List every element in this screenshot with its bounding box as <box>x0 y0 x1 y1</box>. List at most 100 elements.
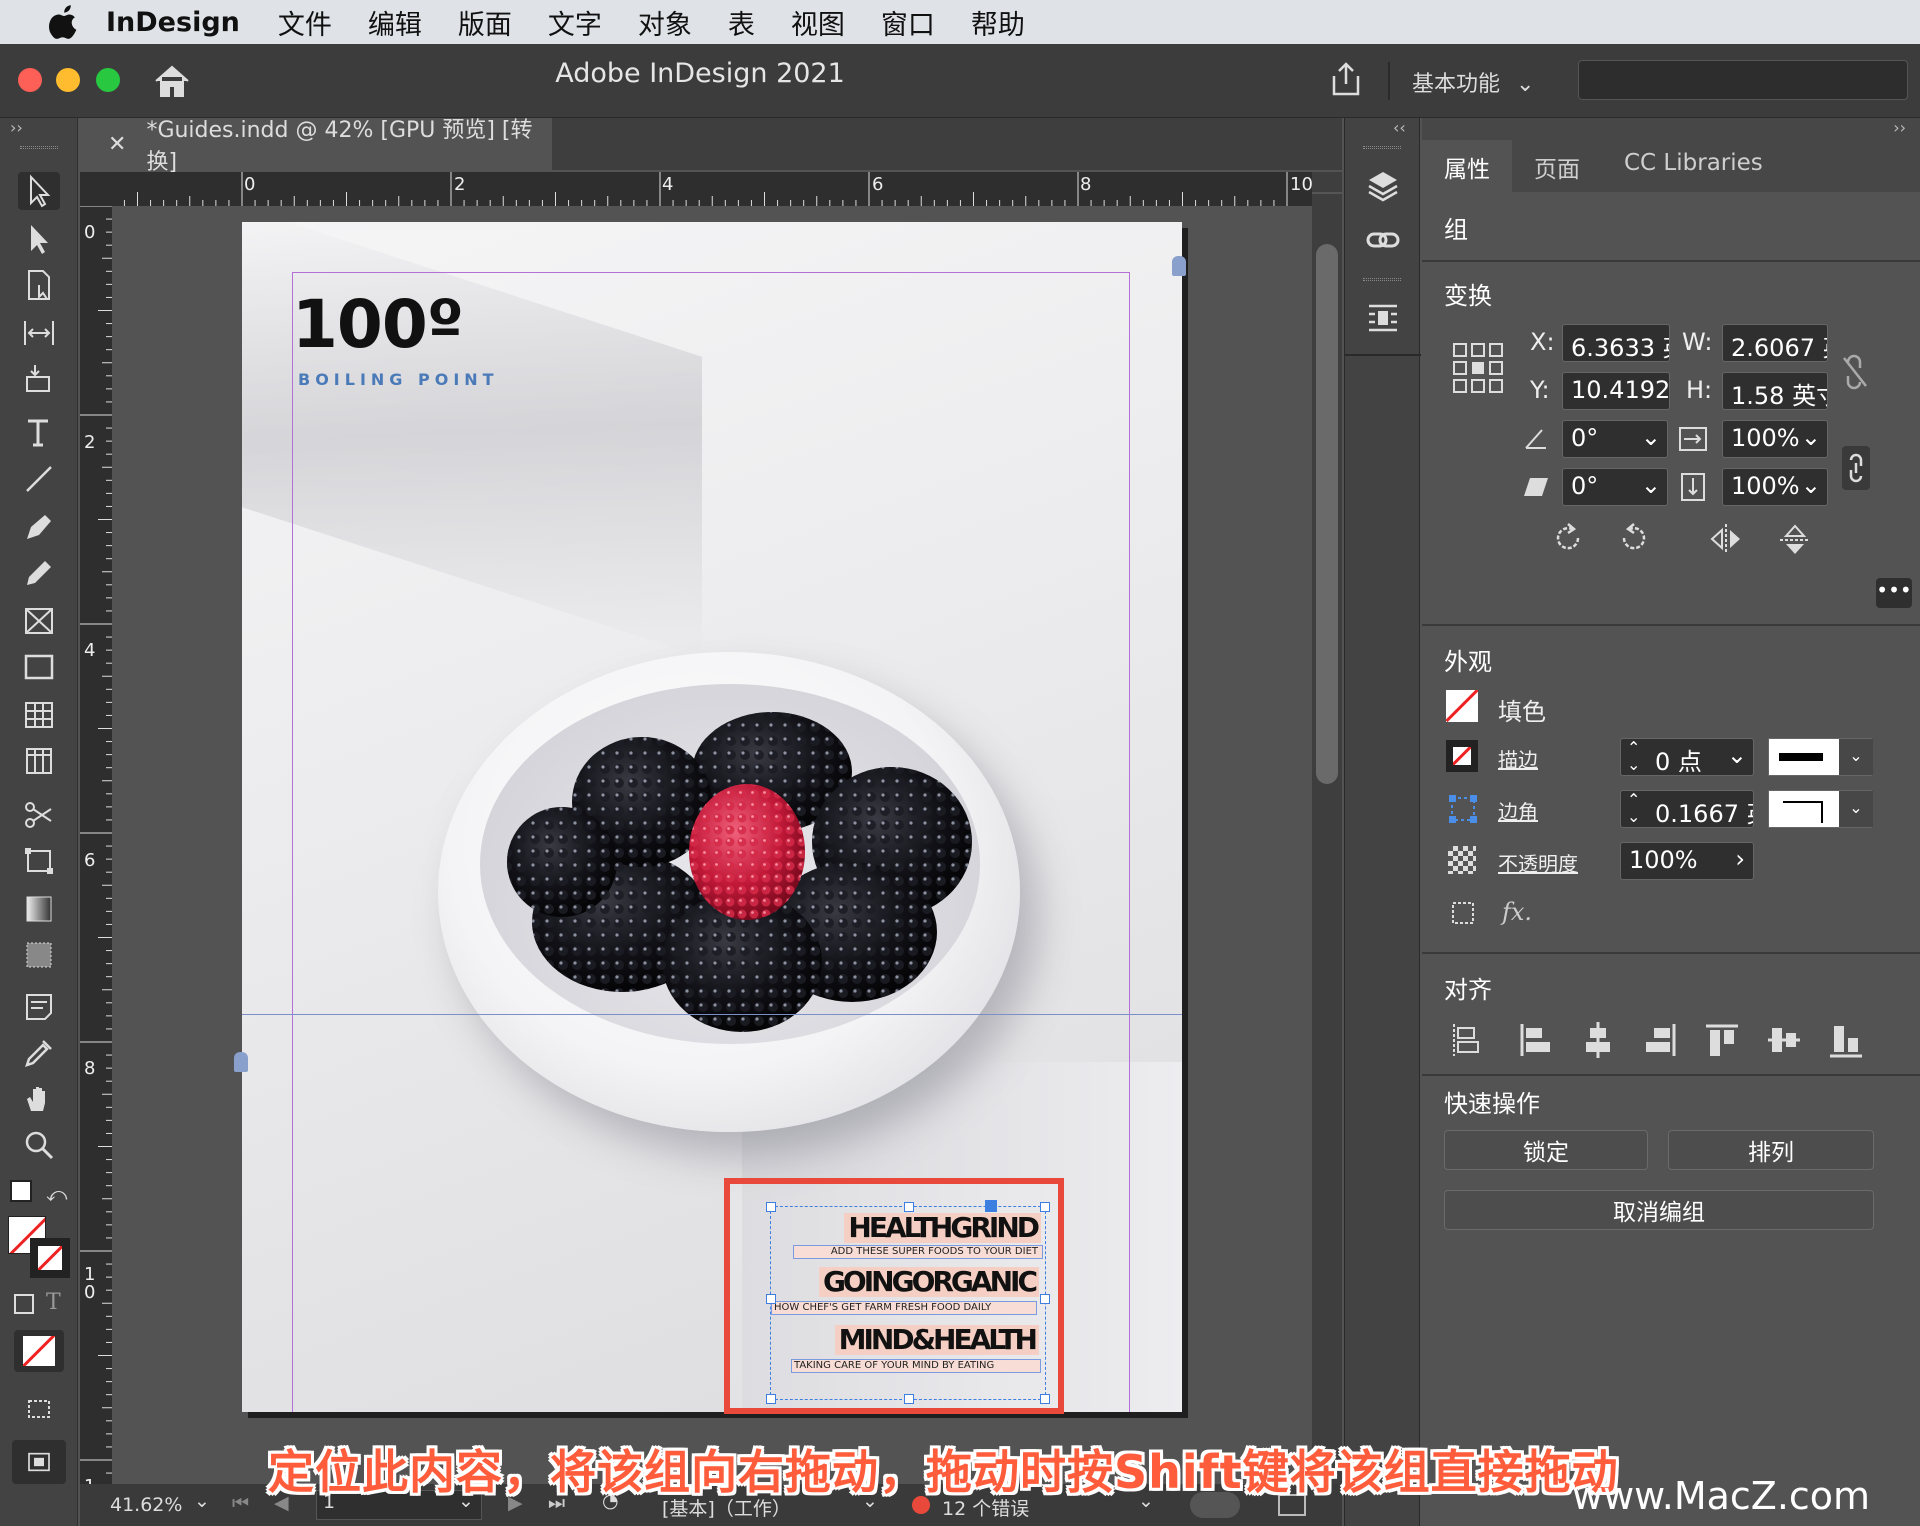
rectangle-frame-tool-icon[interactable] <box>18 602 60 640</box>
link-scale-icon[interactable] <box>1842 446 1870 490</box>
first-page-icon[interactable]: ⏮ <box>232 1492 249 1514</box>
direct-selection-tool-icon[interactable] <box>18 220 60 258</box>
resize-handle[interactable] <box>904 1202 914 1212</box>
reference-point-icon[interactable] <box>1452 342 1504 394</box>
chevron-right-icon[interactable]: › <box>1735 845 1745 873</box>
apply-none-button[interactable] <box>14 1330 64 1372</box>
collapse-icon[interactable]: ›› <box>1893 118 1906 137</box>
scrollbar-thumb[interactable] <box>1316 244 1338 784</box>
selected-group[interactable]: HEALTHGRIND ADD THESE SUPER FOODS TO YOU… <box>766 1200 1050 1404</box>
tab-properties[interactable]: 属性 <box>1422 140 1512 192</box>
stroke-swatch-icon[interactable] <box>1446 740 1478 772</box>
vertical-scrollbar[interactable] <box>1312 172 1342 1484</box>
menu-window[interactable]: 窗口 <box>881 3 935 42</box>
search-input[interactable] <box>1578 60 1908 100</box>
resize-handle[interactable] <box>766 1202 776 1212</box>
corner-size-field[interactable]: ⌃⌄ 0.1667 英 <box>1620 790 1754 828</box>
menu-edit[interactable]: 编辑 <box>368 3 422 42</box>
gap-tool-icon[interactable] <box>18 314 60 352</box>
zoom-tool-icon[interactable] <box>18 1126 60 1164</box>
grid-tool-icon[interactable] <box>18 742 60 780</box>
arrange-button[interactable]: 排列 <box>1668 1130 1874 1170</box>
document-tab[interactable]: ✕ *Guides.indd @ 42% [GPU 预览] [转换] <box>80 118 552 175</box>
gradient-feather-tool-icon[interactable] <box>18 936 60 974</box>
menu-app[interactable]: InDesign <box>106 7 240 38</box>
fill-stroke-swatch[interactable] <box>8 1216 72 1280</box>
opacity-label[interactable]: 不透明度 <box>1498 848 1578 877</box>
constrain-proportions-icon[interactable] <box>1840 354 1870 390</box>
scale-x-field[interactable]: 100% ⌄ <box>1722 420 1828 458</box>
chevron-down-icon[interactable]: ⌄ <box>194 1490 210 1512</box>
resize-handle[interactable] <box>1040 1294 1050 1304</box>
chevron-down-icon[interactable]: ⌄ <box>1801 423 1821 451</box>
menu-object[interactable]: 对象 <box>638 3 692 42</box>
free-transform-tool-icon[interactable] <box>18 842 60 880</box>
shear-field[interactable]: 0° ⌄ <box>1562 468 1668 506</box>
selection-container-icon[interactable] <box>1450 900 1478 928</box>
menu-view[interactable]: 视图 <box>791 3 845 42</box>
horizontal-ruler[interactable]: 0 2 4 6 8 10 <box>112 172 1313 206</box>
scissors-tool-icon[interactable] <box>18 796 60 834</box>
menu-layout[interactable]: 版面 <box>458 3 512 42</box>
guide-lock-icon[interactable] <box>1172 256 1186 276</box>
page-tool-icon[interactable] <box>18 266 60 304</box>
corner-shape-dropdown[interactable]: ⌄ <box>1768 790 1873 828</box>
menu-help[interactable]: 帮助 <box>971 3 1025 42</box>
chevron-down-icon[interactable]: ⌄ <box>1839 739 1873 775</box>
ungroup-button[interactable]: 取消编组 <box>1444 1190 1874 1230</box>
chevron-down-icon[interactable]: ⌄ <box>1641 423 1661 451</box>
more-options-icon[interactable]: ••• <box>1876 578 1912 608</box>
collapse-icon[interactable]: ‹‹ <box>1393 118 1406 137</box>
vertical-ruler[interactable]: 0 2 4 6 8 1 0 1 <box>80 206 112 1526</box>
align-left-icon[interactable] <box>1518 1020 1554 1060</box>
formatting-text-icon[interactable]: T <box>46 1290 61 1315</box>
pencil-tool-icon[interactable] <box>18 554 60 592</box>
table-tool-icon[interactable] <box>18 696 60 734</box>
fill-label[interactable]: 填色 <box>1498 692 1546 727</box>
screen-mode-icon[interactable] <box>18 1390 60 1428</box>
pen-tool-icon[interactable] <box>18 508 60 546</box>
swap-colors-icon[interactable]: ⤺ <box>46 1182 67 1206</box>
selection-tool-icon[interactable] <box>18 172 60 210</box>
chevron-down-icon[interactable]: ⌄ <box>1727 741 1747 769</box>
align-horizontal-center-icon[interactable] <box>1580 1020 1616 1060</box>
stepper-icon[interactable]: ⌃ ⌄ <box>1627 739 1640 773</box>
text-wrap-icon[interactable] <box>1365 300 1401 336</box>
flip-vertical-icon[interactable] <box>1778 522 1812 558</box>
align-bottom-icon[interactable] <box>1828 1020 1864 1060</box>
gradient-tool-icon[interactable] <box>18 890 60 928</box>
resize-handle[interactable] <box>1040 1394 1050 1404</box>
content-grabber-handle[interactable] <box>985 1200 997 1212</box>
scale-y-field[interactable]: 100% ⌄ <box>1722 468 1828 506</box>
stroke-label[interactable]: 描边 <box>1498 744 1538 773</box>
rectangle-tool-icon[interactable] <box>18 648 60 686</box>
guide-lock-icon[interactable] <box>234 1052 248 1072</box>
rotate-counterclockwise-icon[interactable] <box>1616 520 1652 556</box>
hand-tool-icon[interactable] <box>18 1080 60 1118</box>
layers-icon[interactable] <box>1365 168 1401 204</box>
pasteboard[interactable]: 100º BOILING POINT HEALTHGRIND ADD THESE… <box>112 206 1312 1484</box>
y-position-field[interactable]: 10.4192 <box>1562 372 1670 410</box>
chevron-down-icon[interactable]: ⌄ <box>1641 471 1661 499</box>
apple-icon[interactable] <box>40 4 90 40</box>
flip-horizontal-icon[interactable] <box>1708 522 1744 556</box>
width-field[interactable]: 2.6067 英 <box>1722 324 1828 362</box>
align-top-icon[interactable] <box>1704 1020 1740 1060</box>
effects-fx-icon[interactable]: fx. <box>1502 898 1532 926</box>
share-icon[interactable] <box>1328 60 1364 98</box>
align-right-icon[interactable] <box>1642 1020 1678 1060</box>
corner-options-icon[interactable] <box>1448 794 1478 824</box>
menu-table[interactable]: 表 <box>728 3 755 42</box>
height-field[interactable]: 1.58 英寸 <box>1722 372 1828 410</box>
opacity-field[interactable]: 100% › <box>1620 842 1754 880</box>
lock-button[interactable]: 锁定 <box>1444 1130 1648 1170</box>
content-collector-icon[interactable] <box>18 360 60 398</box>
default-colors-icon[interactable] <box>10 1180 32 1202</box>
x-position-field[interactable]: 6.3633 英 <box>1562 324 1670 362</box>
tab-cc-libraries[interactable]: CC Libraries <box>1602 140 1785 192</box>
stroke-type-dropdown[interactable]: ⌄ <box>1768 738 1873 776</box>
links-icon[interactable] <box>1365 222 1401 258</box>
align-vertical-center-icon[interactable] <box>1766 1020 1802 1060</box>
resize-handle[interactable] <box>1040 1202 1050 1212</box>
fill-swatch-icon[interactable] <box>1446 690 1478 722</box>
